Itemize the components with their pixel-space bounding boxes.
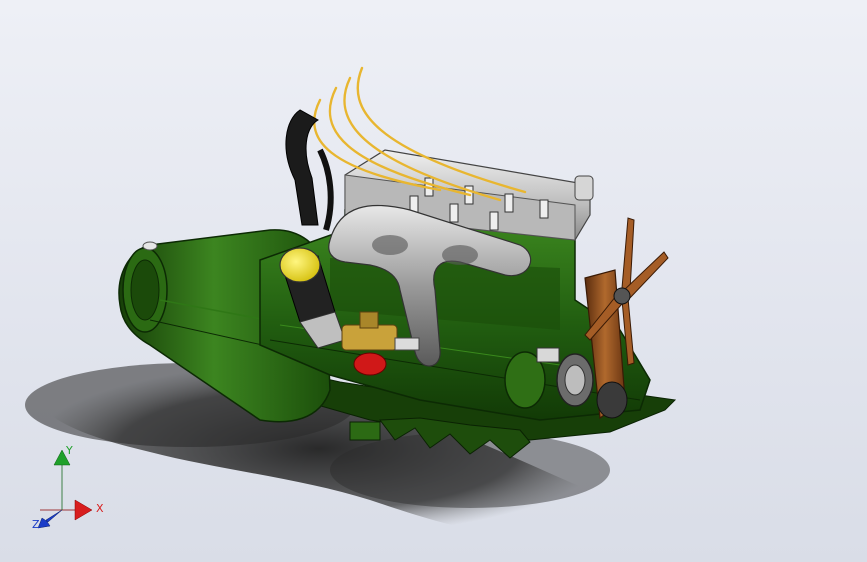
y-axis-arrow bbox=[53, 449, 71, 510]
intake-hose[interactable] bbox=[285, 109, 334, 231]
x-axis-label: X bbox=[96, 502, 104, 515]
engine-model[interactable] bbox=[0, 0, 867, 562]
x-axis-arrow bbox=[40, 499, 93, 521]
z-axis-label: Z bbox=[32, 518, 40, 530]
z-axis-arrow bbox=[37, 509, 63, 529]
cad-graphics-area[interactable]: X Y Z bbox=[0, 0, 867, 562]
y-axis-label: Y bbox=[65, 444, 73, 457]
coordinate-triad: X Y Z bbox=[32, 444, 104, 530]
